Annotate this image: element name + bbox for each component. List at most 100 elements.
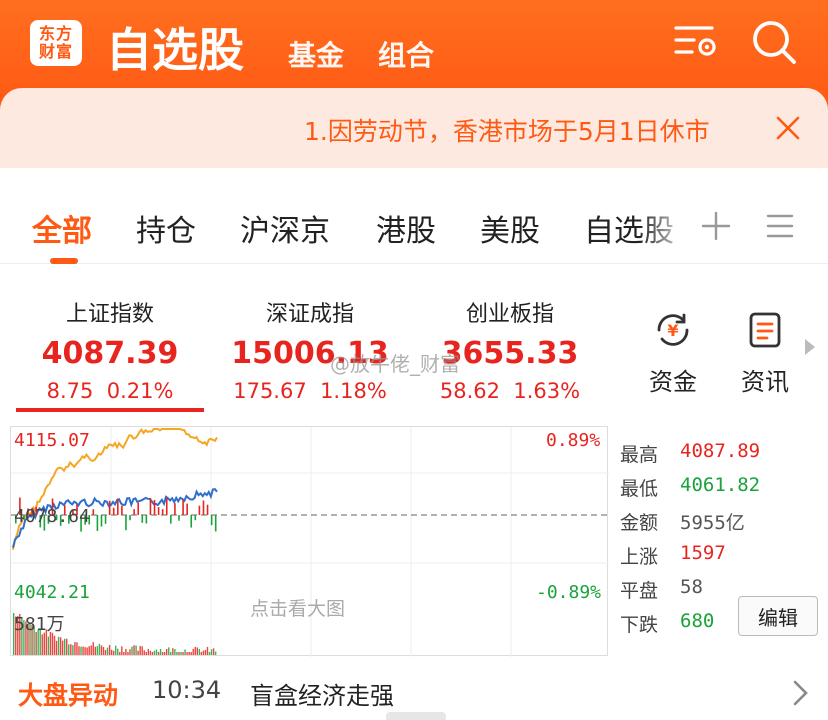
volume-bar [94,646,96,655]
tab-hs-bj[interactable]: 沪深京 [240,206,330,250]
volume-bar [206,646,209,655]
tab-all[interactable]: 全部 [32,206,92,250]
logo-line1: 东方 [38,24,73,43]
volume-bar [202,650,205,655]
volume-bar [110,649,113,655]
app-header: 东方 财富 自选股 基金 组合 1.因劳动节，香港市场于5月1日休市 [0,0,828,168]
volume-bar [121,646,123,655]
play-right-icon[interactable] [804,338,816,356]
volume-bar [200,652,203,655]
chart-high-label: 4115.07 [14,430,90,451]
quick-news[interactable]: 资讯 [730,310,800,397]
drag-handle[interactable] [386,712,446,720]
volume-bar [151,652,154,655]
tab-hk[interactable]: 港股 [376,206,436,250]
index-change: 8.75 0.21% [46,379,174,403]
menu-icon[interactable] [764,210,796,242]
add-icon[interactable] [700,210,732,242]
index-change: 175.67 1.18% [233,379,387,403]
breadth-bar [100,515,103,527]
tab-us[interactable]: 美股 [480,206,540,250]
breadth-bar [145,515,148,524]
breadth-bar [125,515,127,531]
volume-bar [82,646,84,655]
volume-bar [212,648,215,655]
volume-bar [137,650,139,655]
volume-bar [84,647,86,655]
nav-portfolio[interactable]: 组合 [378,34,434,74]
watermark: @放牛佬_财富 [330,352,460,376]
breadth-bar [141,515,144,523]
volume-bar [143,650,145,655]
volume-bar [182,652,184,655]
volume-bar [55,640,58,655]
volume-bar [51,632,54,655]
yen-refresh-icon: ¥ [657,313,689,346]
volume-bar [119,652,121,655]
volume-bar [131,646,133,655]
volume-bar [133,645,135,655]
edit-button[interactable]: 编辑 [738,596,818,636]
breadth-bar [165,497,168,515]
volume-bar [147,648,150,655]
volume-bar [192,648,194,655]
volume-bar [66,638,68,655]
volume-bar [53,635,56,655]
volume-bar [141,646,143,655]
page-title[interactable]: 自选股 [106,14,244,80]
volume-bar [163,652,166,655]
volume-bar [104,649,107,655]
quick-funds[interactable]: ¥ 资金 [638,310,708,397]
breadth-bar [186,503,188,515]
chevron-right-icon [793,680,808,706]
volume-bar [180,652,182,655]
volume-bar [127,652,129,655]
quick-label: 资金 [649,368,697,396]
close-icon[interactable] [772,112,804,144]
volume-bar [64,638,66,655]
logo-line2: 财富 [38,42,73,61]
volume-bar [204,649,207,655]
breadth-bar [133,509,135,515]
tab-holdings[interactable]: 持仓 [136,206,196,250]
volume-bar [198,648,201,655]
index-value: 4087.39 [41,336,179,371]
volume-bar [170,652,172,655]
app-logo[interactable]: 东方 财富 [30,20,82,66]
breadth-bar [178,515,180,521]
volume-bar [115,645,117,655]
volume-bar [117,648,119,655]
volume-bar [214,651,217,655]
breadth-bar [198,505,201,515]
volume-bar [125,648,127,655]
volume-bar [139,645,141,655]
volume-bar [61,640,64,655]
volume-bar [166,648,168,655]
chart-low-label: 4042.21 [14,582,90,603]
breadth-bar [206,504,209,515]
volume-bar [129,649,131,655]
breadth-bar [190,515,193,528]
volume-bar [108,644,111,655]
volume-bar [88,646,90,655]
nav-fund[interactable]: 基金 [288,34,344,74]
index-sh[interactable]: 上证指数 4087.39 8.75 0.21% [15,296,205,403]
alert-text: 盲盒经济走强 [250,682,394,710]
volume-bar [135,645,137,655]
chart-low-pct: -0.89% [536,582,602,603]
intraday-chart[interactable] [10,426,609,657]
volume-bar [184,649,186,655]
search-icon[interactable] [750,18,800,68]
index-name: 深证成指 [265,302,354,327]
alert-tag: 大盘异动 [18,681,119,710]
breadth-bar [153,499,156,515]
volume-bar [68,644,70,655]
breadth-bar [112,507,115,515]
chart-mid-label: 4078.64 [14,506,90,527]
settings-list-icon[interactable] [672,18,722,68]
breadth-bar [117,498,119,515]
breadth-bar [108,500,111,515]
notice-bar[interactable]: 1.因劳动节，香港市场于5月1日休市 [0,88,828,168]
breadth-bar [149,498,152,515]
chart-canvas [11,427,609,657]
